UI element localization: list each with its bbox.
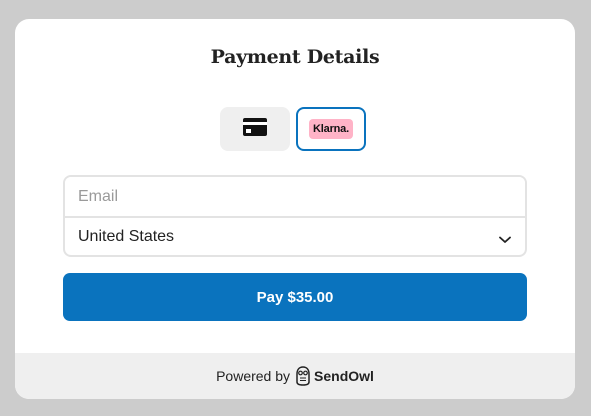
- chevron-down-icon: [499, 231, 511, 249]
- payment-method-tabs: Klarna.: [220, 107, 366, 151]
- country-value: United States: [78, 227, 175, 245]
- footer: Powered by SendOwl: [15, 353, 575, 399]
- powered-by-label: Powered by: [216, 368, 291, 384]
- payment-card: Payment Details Klarna. United States: [15, 19, 575, 399]
- billing-fields: United States: [63, 175, 527, 257]
- card-method-tab[interactable]: [220, 107, 290, 151]
- klarna-logo: Klarna.: [309, 119, 353, 139]
- country-select[interactable]: United States: [65, 218, 525, 255]
- sendowl-brand[interactable]: SendOwl: [314, 368, 374, 384]
- page-title: Payment Details: [210, 46, 380, 68]
- klarna-method-tab[interactable]: Klarna.: [296, 107, 366, 151]
- owl-icon: [296, 366, 310, 386]
- email-field[interactable]: [65, 177, 525, 218]
- credit-card-icon: [243, 117, 267, 141]
- pay-button[interactable]: Pay $35.00: [63, 273, 527, 321]
